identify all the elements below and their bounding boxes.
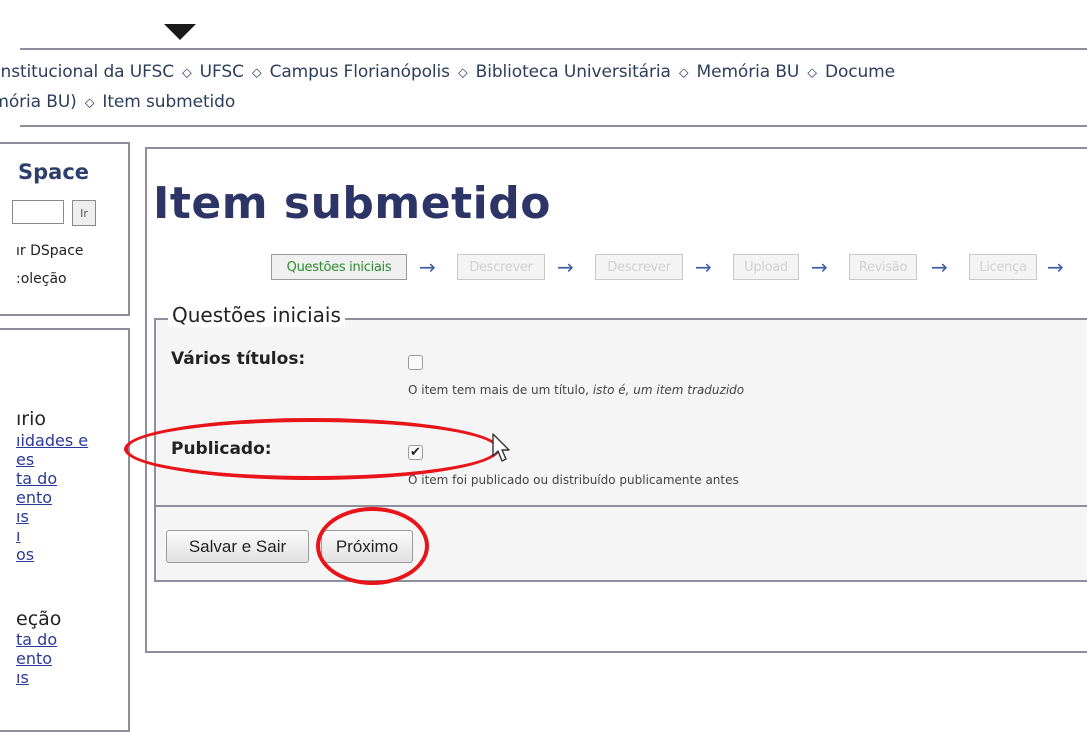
breadcrumb-line-2: emória BU) ⬦ Item submetido [0,92,235,112]
sidebar-link-dspace[interactable]: ır DSpace [16,243,84,259]
step-describe-1: Descrever [457,254,545,280]
diamond-arrow-icon: ⬦ [84,95,95,111]
sidebar-link-collection[interactable]: :oleção [16,271,67,287]
dropdown-arrow-icon[interactable] [164,24,196,40]
step-arrow-icon: → [557,255,574,279]
breadcrumb-item[interactable]: Biblioteca Universitária [476,62,671,82]
sidebar-go-button[interactable]: Ir [72,200,96,226]
breadcrumb-item[interactable]: emória BU) [0,92,77,112]
sidebar-link[interactable]: ıs [16,507,88,526]
button-bar-divider [156,505,1087,507]
step-arrow-icon: → [1047,255,1064,279]
help-text-italic: isto é, um item traduzido [592,383,745,397]
breadcrumb-divider [20,125,1087,127]
sidebar-link[interactable]: ento [16,488,88,507]
breadcrumb-item[interactable]: UFSC [200,62,244,82]
step-arrow-icon: → [811,255,828,279]
sidebar-link[interactable]: ta do [16,469,88,488]
breadcrumb-item[interactable]: Memória BU [697,62,800,82]
multiple-titles-checkbox[interactable] [408,355,423,370]
multiple-titles-label: Vários títulos: [171,349,306,369]
step-license: Licença [969,254,1037,280]
sidebar-link[interactable]: os [16,545,88,564]
sidebar-link[interactable]: ı [16,526,88,545]
diamond-arrow-icon: ⬦ [181,65,192,81]
sidebar-search-box: Space Ir ır DSpace :oleção [0,142,130,316]
mouse-cursor-icon [492,433,510,462]
sidebar-section-heading: eção [16,608,62,630]
sidebar-search-input[interactable] [12,200,64,224]
help-text: O item tem mais de um título, [408,383,593,397]
fieldset-legend: Questões iniciais [168,303,345,327]
step-arrow-icon: → [931,255,948,279]
sidebar-link[interactable]: ta do [16,630,57,649]
sidebar-link[interactable]: ıidades e [16,431,88,450]
diamond-arrow-icon: ⬦ [807,65,817,81]
sidebar-title: Space [18,160,90,184]
breadcrumb-line-1: o Institucional da UFSC ⬦ UFSC ⬦ Campus Flor… [0,62,895,82]
step-upload: Upload [733,254,799,280]
highlight-ellipse-next [316,507,429,585]
diamond-arrow-icon: ⬦ [457,65,468,81]
breadcrumb-item[interactable]: Campus Florianópolis [270,62,450,82]
step-initial-questions[interactable]: Questões iniciais [271,254,407,280]
breadcrumb-item[interactable]: Docume [825,62,895,82]
step-describe-2: Descrever [595,254,683,280]
published-help: O item foi publicado ou distribuído publ… [408,473,739,487]
save-exit-button[interactable]: Salvar e Sair [166,530,309,563]
step-arrow-icon: → [419,255,436,279]
breadcrumb: o Institucional da UFSC ⬦ UFSC ⬦ Campus Flor… [0,58,1087,120]
breadcrumb-current: Item submetido [102,92,236,112]
step-arrow-icon: → [695,255,712,279]
multiple-titles-help: O item tem mais de um título, isto é, um… [408,383,744,397]
step-review: Revisão [849,254,917,280]
header-divider [20,48,1087,50]
diamond-arrow-icon: ⬦ [678,65,689,81]
breadcrumb-item[interactable]: o Institucional da UFSC [0,62,174,82]
sidebar-section-links: ta do ento ıs [16,630,57,687]
sidebar-link[interactable]: es [16,450,88,469]
sidebar-section-heading: ırio [16,408,46,430]
diamond-arrow-icon: ⬦ [251,65,262,81]
sidebar-browse-box: ırio ıidades e es ta do ento ıs ı os eçã… [0,328,130,732]
sidebar-section-links: ıidades e es ta do ento ıs ı os [16,431,88,564]
sidebar-link[interactable]: ento [16,649,57,668]
page-title: Item submetido [153,178,551,229]
highlight-ellipse-published [124,418,500,480]
sidebar-link[interactable]: ıs [16,668,57,687]
